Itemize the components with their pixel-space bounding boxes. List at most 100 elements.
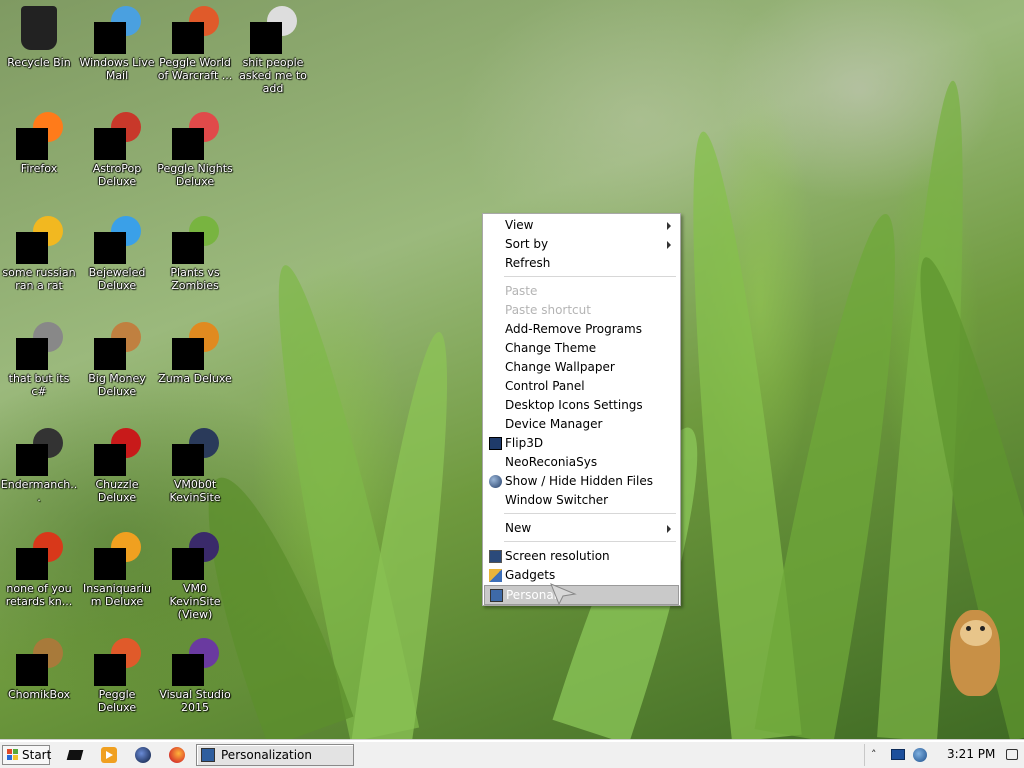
menu-item-change-wallpaper[interactable]: Change Wallpaper — [484, 358, 679, 377]
menu-item-show-hide-hidden-files[interactable]: Show / Hide Hidden Files — [484, 472, 679, 491]
mouse-cursor-icon — [550, 583, 577, 606]
menu-item-label: NeoReconiaSys — [505, 455, 598, 469]
personalize-icon — [490, 589, 503, 602]
icon-redaction-box — [172, 548, 204, 580]
icon-redaction-box — [16, 232, 48, 264]
media-player-icon[interactable] — [100, 746, 118, 764]
menu-item-label: Show / Hide Hidden Files — [505, 474, 653, 488]
menu-item-window-switcher[interactable]: Window Switcher — [484, 491, 679, 510]
desktop-icon[interactable]: Endermanch... — [0, 428, 78, 504]
desktop-icon[interactable]: Zuma Deluxe — [156, 322, 234, 385]
menu-item-label: Window Switcher — [505, 493, 609, 507]
peggle-deluxe-icon — [93, 638, 141, 686]
menu-item-device-manager[interactable]: Device Manager — [484, 415, 679, 434]
desktop-icon-label: Endermanch... — [0, 478, 78, 504]
taskbar: Start Personalization ˄ 3:21 PM — [0, 740, 1024, 768]
menu-item-flip3d[interactable]: Flip3D — [484, 434, 679, 453]
menu-item-screen-resolution[interactable]: Screen resolution — [484, 547, 679, 566]
firefox-taskbar-icon[interactable] — [168, 746, 186, 764]
desktop-icon[interactable]: Insaniquarium Deluxe — [78, 532, 156, 608]
desktop-icon-label: VM0b0t KevinSite — [169, 478, 221, 504]
visual-studio-icon — [171, 638, 219, 686]
desktop-icon[interactable]: Visual Studio 2015 — [156, 638, 234, 714]
recycle-bin-icon — [15, 6, 63, 54]
icon-redaction-box — [16, 548, 48, 580]
desktop-icon[interactable]: Bejeweled Deluxe — [78, 216, 156, 292]
endermanch-icon — [15, 428, 63, 476]
menu-item-control-panel[interactable]: Control Panel — [484, 377, 679, 396]
menu-separator — [504, 541, 676, 542]
menu-item-label: View — [505, 218, 534, 232]
desktop-icon[interactable]: Chuzzle Deluxe — [78, 428, 156, 504]
icon-redaction-box — [172, 338, 204, 370]
desktop-icon-label: that but its c# — [8, 372, 70, 398]
desktop-icon[interactable]: Peggle World of Warcraft ... — [156, 6, 234, 82]
icon-redaction-box — [94, 338, 126, 370]
menu-item-gadgets[interactable]: Gadgets — [484, 566, 679, 585]
icon-redaction-box — [94, 548, 126, 580]
action-center-icon[interactable] — [1006, 749, 1018, 760]
menu-item-paste-shortcut: Paste shortcut — [484, 301, 679, 320]
menu-item-label: Sort by — [505, 237, 549, 251]
desktop-wallpaper[interactable]: Recycle Bin Windows Live Mail Peggle World… — [0, 0, 1024, 740]
volume-icon[interactable] — [913, 748, 927, 762]
desktop-icon[interactable]: Big Money Deluxe — [78, 322, 156, 398]
menu-item-label: Gadgets — [505, 568, 556, 582]
globe-icon — [489, 475, 502, 488]
clock[interactable]: 3:21 PM — [947, 747, 995, 761]
menu-item-label: Device Manager — [505, 417, 603, 431]
desktop-icon-label: Plants vs Zombies — [170, 266, 220, 292]
desktop-icon-label: Insaniquarium Deluxe — [83, 582, 151, 608]
menu-item-label: Paste — [505, 284, 538, 298]
icon-redaction-box — [172, 22, 204, 54]
start-label: Start — [22, 748, 52, 762]
desktop-icon-label: Recycle Bin — [7, 56, 71, 69]
menu-item-label: Change Wallpaper — [505, 360, 615, 374]
menu-item-personalize[interactable]: Personali — [484, 585, 679, 605]
desktop-icon[interactable]: Plants vs Zombies — [156, 216, 234, 292]
desktop-icon[interactable]: AstroPop Deluxe — [78, 112, 156, 188]
desktop-icon[interactable]: VM0 KevinSite (View) — [156, 532, 234, 621]
zuma-icon — [171, 322, 219, 370]
show-hidden-icons-chevron-icon[interactable]: ˄ — [871, 748, 877, 761]
desktop-icon[interactable]: Windows Live Mail — [78, 6, 156, 82]
desktop-icon[interactable]: Peggle Deluxe — [78, 638, 156, 714]
taskbar-button-personalization[interactable]: Personalization — [196, 744, 354, 766]
chuzzle-icon — [93, 428, 141, 476]
hamster-desktop-pet-icon[interactable] — [940, 600, 1004, 700]
start-button[interactable]: Start — [2, 745, 52, 765]
menu-item-refresh[interactable]: Refresh — [484, 254, 679, 273]
desktop-icon[interactable]: none of you retards kn... — [0, 532, 78, 608]
menu-item-change-theme[interactable]: Change Theme — [484, 339, 679, 358]
peggle-wow-icon — [171, 6, 219, 54]
menu-item-add-remove-programs[interactable]: Add-Remove Programs — [484, 320, 679, 339]
desktop-icon-label: VM0 KevinSite (View) — [169, 582, 221, 621]
desktop-icon[interactable]: Recycle Bin — [0, 6, 78, 69]
desktop-icon[interactable]: Peggle Nights Deluxe — [156, 112, 234, 188]
menu-item-new[interactable]: New — [484, 519, 679, 538]
menu-item-neoreconiasys[interactable]: NeoReconiaSys — [484, 453, 679, 472]
personalization-window-icon — [201, 748, 215, 762]
icon-redaction-box — [94, 654, 126, 686]
menu-item-view[interactable]: View — [484, 216, 679, 235]
desktop-icon[interactable]: shit people asked me to add — [234, 6, 312, 95]
menu-item-label: Control Panel — [505, 379, 585, 393]
desktop-icon[interactable]: Firefox — [0, 112, 78, 175]
astropop-icon — [93, 112, 141, 160]
browser-icon[interactable] — [134, 746, 152, 764]
icon-redaction-box — [16, 444, 48, 476]
show-desktop-icon[interactable] — [66, 746, 84, 764]
icon-artwork — [21, 6, 57, 50]
menu-item-label: New — [505, 521, 532, 535]
desktop-icon[interactable]: ChomikBox — [0, 638, 78, 701]
menu-item-desktop-icons-settings[interactable]: Desktop Icons Settings — [484, 396, 679, 415]
windows-live-mail-icon — [93, 6, 141, 54]
icon-redaction-box — [94, 444, 126, 476]
network-icon[interactable] — [891, 749, 905, 760]
menu-item-sort-by[interactable]: Sort by — [484, 235, 679, 254]
desktop-icon-label: none of you retards kn... — [5, 582, 73, 608]
desktop-icon-label: Windows Live Mail — [79, 56, 155, 82]
desktop-icon[interactable]: VM0b0t KevinSite — [156, 428, 234, 504]
desktop-icon[interactable]: that but its c# — [0, 322, 78, 398]
desktop-icon[interactable]: some russian ran a rat — [0, 216, 78, 292]
